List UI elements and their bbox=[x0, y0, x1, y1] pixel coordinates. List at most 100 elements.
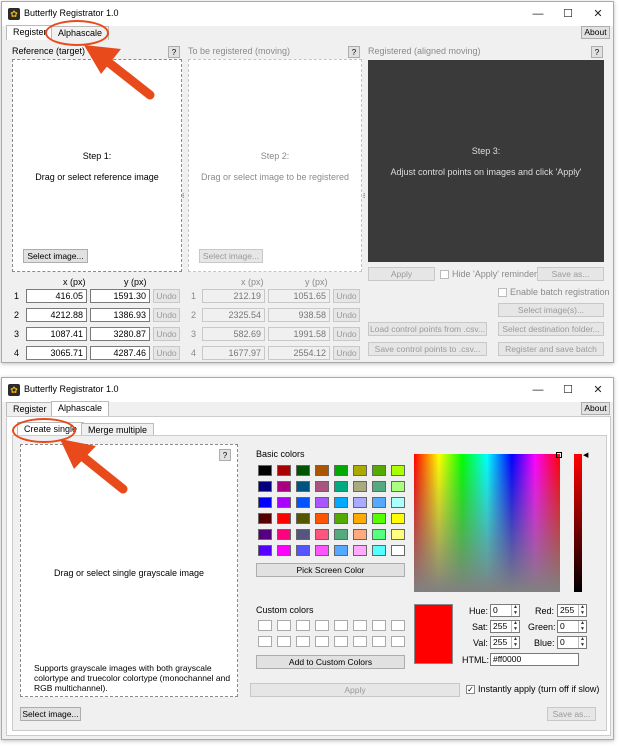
mov-x-input[interactable]: 1677.97 bbox=[202, 346, 265, 360]
color-swatch[interactable] bbox=[258, 497, 272, 508]
custom-color-slot[interactable] bbox=[296, 620, 310, 631]
mov-x-input[interactable]: 582.69 bbox=[202, 327, 265, 341]
ref-undo-button[interactable]: Undo bbox=[153, 327, 180, 341]
spin-arrows-icon[interactable]: ▲ ▼ bbox=[511, 636, 519, 648]
mov-y-input[interactable]: 1051.65 bbox=[268, 289, 330, 303]
color-swatch[interactable] bbox=[334, 529, 348, 540]
custom-color-slot[interactable] bbox=[315, 620, 329, 631]
maximize-icon[interactable]: ☐ bbox=[557, 5, 579, 23]
save-as-button-bottom[interactable]: Save as... bbox=[547, 707, 596, 721]
ref-x-input[interactable]: 3065.71 bbox=[26, 346, 87, 360]
ref-undo-button[interactable]: Undo bbox=[153, 346, 180, 360]
html-input[interactable]: #ff0000 bbox=[490, 653, 579, 666]
about-button[interactable]: About bbox=[581, 402, 610, 415]
color-swatch[interactable] bbox=[258, 513, 272, 524]
ref-y-input[interactable]: 1386.93 bbox=[90, 308, 150, 322]
color-swatch[interactable] bbox=[334, 497, 348, 508]
spin-arrows-icon[interactable]: ▲ ▼ bbox=[578, 636, 586, 648]
close-icon[interactable]: ✕ bbox=[587, 381, 609, 399]
custom-color-slot[interactable] bbox=[277, 636, 291, 647]
color-swatch[interactable] bbox=[391, 545, 405, 556]
green-spinbox[interactable]: 0 ▲ ▼ bbox=[557, 620, 587, 633]
custom-color-slot[interactable] bbox=[258, 636, 272, 647]
custom-color-slot[interactable] bbox=[277, 620, 291, 631]
instant-apply-checkbox[interactable]: ✓ bbox=[466, 685, 475, 694]
grayscale-help-button[interactable]: ? bbox=[219, 449, 231, 461]
load-control-points-button[interactable]: Load control points from .csv... bbox=[368, 322, 487, 336]
custom-color-slot[interactable] bbox=[334, 636, 348, 647]
color-swatch[interactable] bbox=[258, 465, 272, 476]
red-spinbox[interactable]: 255 ▲ ▼ bbox=[557, 604, 587, 617]
sat-spinbox[interactable]: 255 ▲ ▼ bbox=[490, 620, 520, 633]
close-icon[interactable]: ✕ bbox=[587, 5, 609, 23]
color-swatch[interactable] bbox=[277, 481, 291, 492]
spin-arrows-icon[interactable]: ▲ ▼ bbox=[578, 620, 586, 632]
spin-arrows-icon[interactable]: ▲ ▼ bbox=[511, 604, 519, 616]
grayscale-drop-area[interactable]: ? Drag or select single grayscale image … bbox=[20, 444, 238, 697]
color-swatch[interactable] bbox=[391, 497, 405, 508]
color-swatch[interactable] bbox=[353, 529, 367, 540]
mov-y-input[interactable]: 938.58 bbox=[268, 308, 330, 322]
custom-color-slot[interactable] bbox=[391, 620, 405, 631]
color-swatch[interactable] bbox=[372, 465, 386, 476]
custom-color-slot[interactable] bbox=[353, 636, 367, 647]
moving-help-button[interactable]: ? bbox=[348, 46, 360, 58]
mov-y-input[interactable]: 1991.58 bbox=[268, 327, 330, 341]
minimize-icon[interactable]: — bbox=[527, 381, 549, 399]
color-swatch[interactable] bbox=[334, 513, 348, 524]
blue-spinbox[interactable]: 0 ▲ ▼ bbox=[557, 636, 587, 649]
register-batch-button[interactable]: Register and save batch bbox=[498, 342, 604, 356]
tab-alphascale[interactable]: Alphascale bbox=[51, 401, 110, 416]
spin-arrows-icon[interactable]: ▲ ▼ bbox=[511, 620, 519, 632]
mov-x-input[interactable]: 2325.54 bbox=[202, 308, 265, 322]
color-swatch[interactable] bbox=[315, 497, 329, 508]
select-destination-button[interactable]: Select destination folder... bbox=[498, 322, 604, 336]
splitter-handle-2[interactable]: ⁝ bbox=[363, 193, 365, 200]
color-swatch[interactable] bbox=[391, 513, 405, 524]
color-swatch[interactable] bbox=[296, 465, 310, 476]
color-swatch[interactable] bbox=[277, 497, 291, 508]
mov-y-input[interactable]: 2554.12 bbox=[268, 346, 330, 360]
ref-y-input[interactable]: 4287.46 bbox=[90, 346, 150, 360]
ref-undo-button[interactable]: Undo bbox=[153, 308, 180, 322]
color-spectrum[interactable] bbox=[414, 454, 560, 592]
custom-color-slot[interactable] bbox=[391, 636, 405, 647]
color-swatch[interactable] bbox=[277, 529, 291, 540]
val-spinbox[interactable]: 255 ▲ ▼ bbox=[490, 636, 520, 649]
color-swatch[interactable] bbox=[353, 481, 367, 492]
color-swatch[interactable] bbox=[353, 465, 367, 476]
about-button[interactable]: About bbox=[581, 26, 610, 39]
hue-spinbox[interactable]: 0 ▲ ▼ bbox=[490, 604, 520, 617]
color-swatch[interactable] bbox=[277, 545, 291, 556]
color-swatch[interactable] bbox=[372, 481, 386, 492]
custom-color-slot[interactable] bbox=[296, 636, 310, 647]
mov-undo-button[interactable]: Undo bbox=[333, 346, 360, 360]
pick-screen-color-button[interactable]: Pick Screen Color bbox=[256, 563, 405, 577]
color-swatch[interactable] bbox=[315, 529, 329, 540]
custom-color-slot[interactable] bbox=[353, 620, 367, 631]
custom-color-slot[interactable] bbox=[372, 620, 386, 631]
maximize-icon[interactable]: ☐ bbox=[557, 381, 579, 399]
color-swatch[interactable] bbox=[372, 497, 386, 508]
color-swatch[interactable] bbox=[315, 465, 329, 476]
mov-undo-button[interactable]: Undo bbox=[333, 289, 360, 303]
color-swatch[interactable] bbox=[296, 513, 310, 524]
select-moving-button[interactable]: Select image... bbox=[199, 249, 263, 263]
ref-y-input[interactable]: 3280.87 bbox=[90, 327, 150, 341]
select-reference-button[interactable]: Select image... bbox=[23, 249, 88, 263]
color-swatch[interactable] bbox=[391, 465, 405, 476]
color-swatch[interactable] bbox=[353, 545, 367, 556]
save-as-button-top[interactable]: Save as... bbox=[537, 267, 604, 281]
moving-drop-area[interactable]: Step 2: Drag or select image to be regis… bbox=[188, 59, 362, 272]
add-custom-colors-button[interactable]: Add to Custom Colors bbox=[256, 655, 405, 669]
ref-undo-button[interactable]: Undo bbox=[153, 289, 180, 303]
color-swatch[interactable] bbox=[296, 497, 310, 508]
color-swatch[interactable] bbox=[258, 545, 272, 556]
splitter-handle-1[interactable]: ⁝ bbox=[182, 193, 184, 200]
minimize-icon[interactable]: — bbox=[527, 5, 549, 23]
custom-color-slot[interactable] bbox=[258, 620, 272, 631]
apply-button[interactable]: Apply bbox=[250, 683, 460, 697]
tab-register[interactable]: Register bbox=[6, 402, 54, 416]
color-swatch[interactable] bbox=[315, 513, 329, 524]
mov-undo-button[interactable]: Undo bbox=[333, 327, 360, 341]
